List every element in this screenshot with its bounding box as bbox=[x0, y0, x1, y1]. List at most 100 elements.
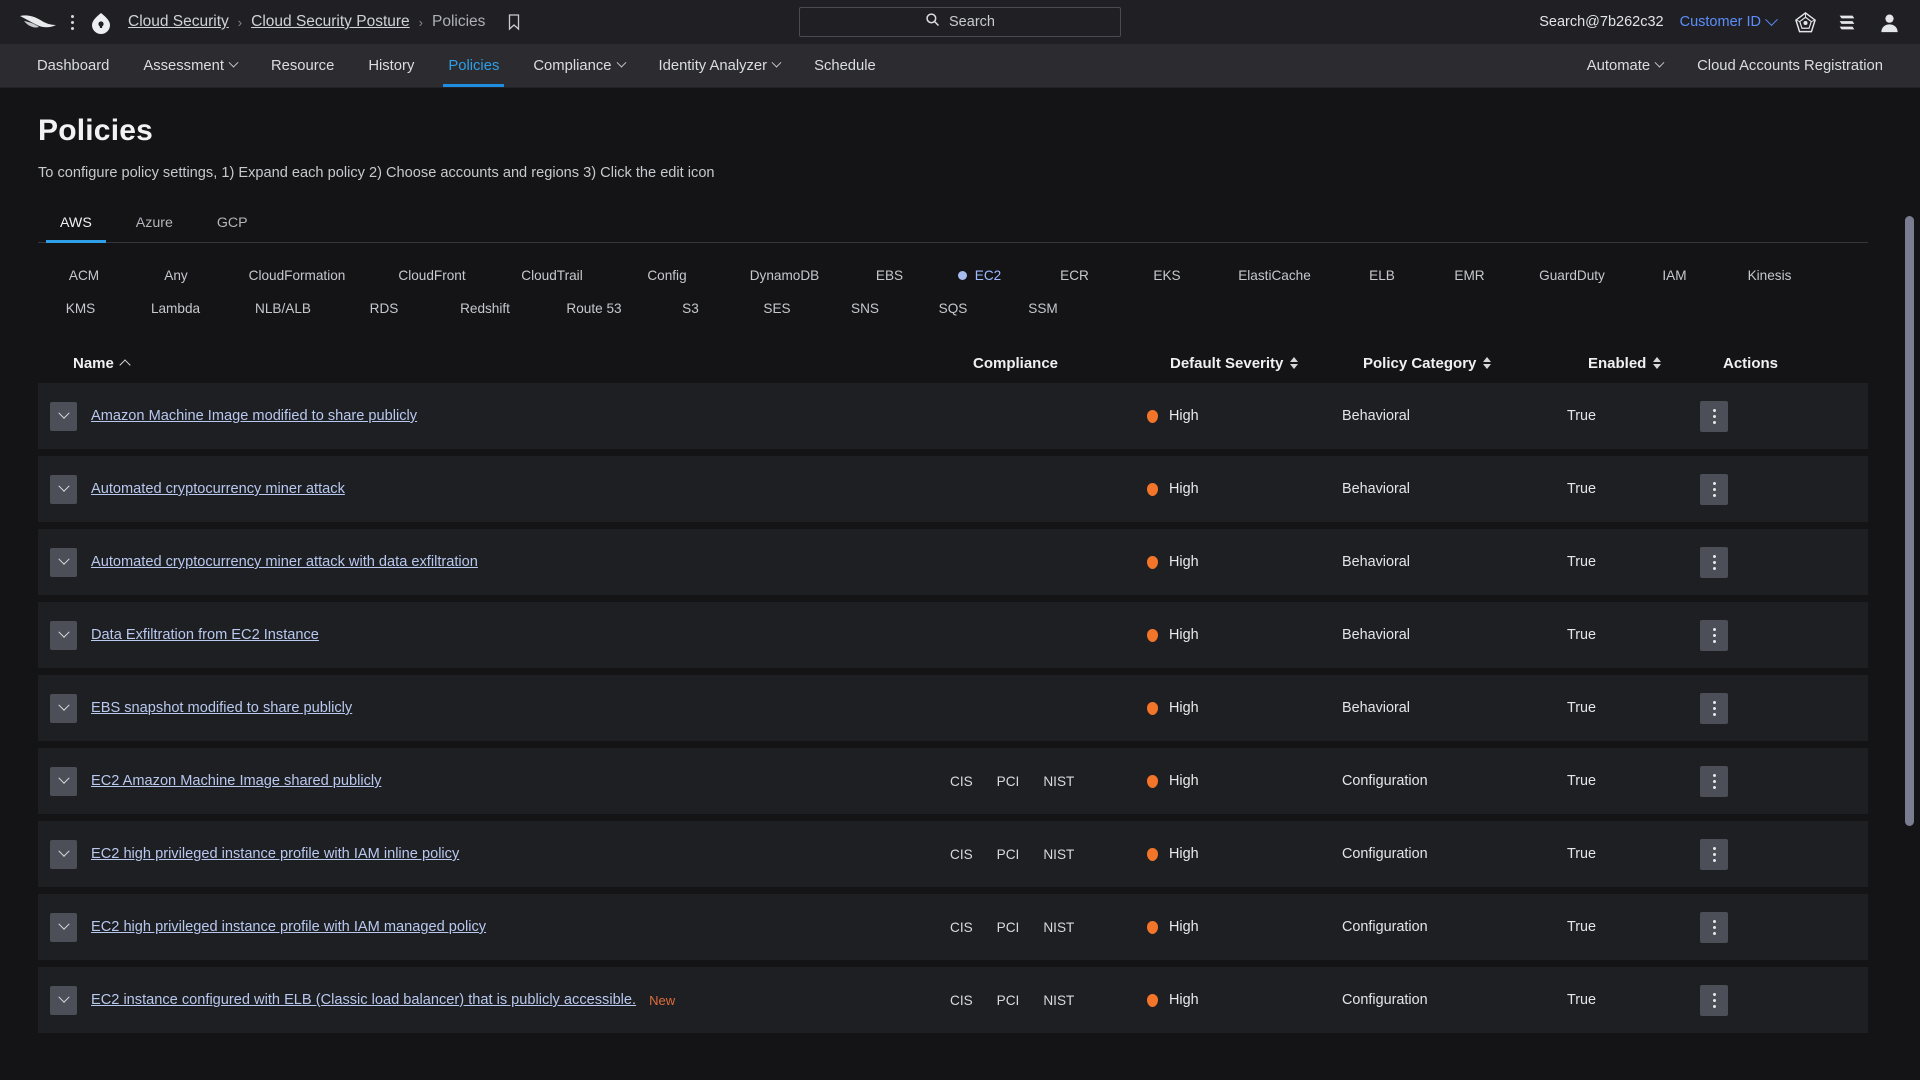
policy-name-link[interactable]: EC2 high privileged instance profile wit… bbox=[91, 919, 486, 935]
enabled-cell: True bbox=[1567, 846, 1597, 862]
service-chip-kms[interactable]: KMS bbox=[38, 292, 123, 325]
row-actions-menu-button[interactable] bbox=[1700, 692, 1728, 724]
actions-cell bbox=[1700, 400, 1820, 432]
falcon-logo-icon bbox=[18, 11, 58, 33]
service-chip-rds[interactable]: RDS bbox=[338, 292, 430, 325]
row-actions-menu-button[interactable] bbox=[1700, 400, 1728, 432]
service-chip-ecr[interactable]: ECR bbox=[1027, 259, 1122, 292]
service-chip-iam[interactable]: IAM bbox=[1632, 259, 1717, 292]
service-chip-eks[interactable]: EKS bbox=[1122, 259, 1212, 292]
customer-id-dropdown[interactable]: Customer ID bbox=[1680, 12, 1778, 30]
policy-name-link[interactable]: EC2 Amazon Machine Image shared publicly bbox=[91, 773, 381, 789]
cloud-tab-aws[interactable]: AWS bbox=[38, 207, 114, 243]
bookmark-icon[interactable] bbox=[506, 13, 522, 31]
row-actions-menu-button[interactable] bbox=[1700, 473, 1728, 505]
sort-toggle-icon bbox=[1653, 356, 1663, 370]
service-chip-kinesis[interactable]: Kinesis bbox=[1717, 259, 1822, 292]
service-chip-elasticache[interactable]: ElastiCache bbox=[1212, 259, 1337, 292]
table-row: Automated cryptocurrency miner attack Hig… bbox=[38, 456, 1868, 522]
service-chip-cloudtrail[interactable]: CloudTrail bbox=[492, 259, 612, 292]
service-chip-ec2[interactable]: EC2 bbox=[932, 259, 1027, 292]
row-expand-toggle[interactable] bbox=[50, 912, 77, 942]
app-menu-icon[interactable] bbox=[62, 10, 82, 34]
row-expand-toggle[interactable] bbox=[50, 766, 77, 796]
service-chip-nlb-alb[interactable]: NLB/ALB bbox=[228, 292, 338, 325]
pentagon-radar-icon[interactable] bbox=[1792, 9, 1818, 35]
cloud-tab-gcp[interactable]: GCP bbox=[195, 207, 270, 242]
main-nav-bar: Dashboard Assessment Resource History Polici… bbox=[0, 44, 1920, 88]
policy-name-link[interactable]: Automated cryptocurrency miner attack bbox=[91, 481, 345, 497]
service-chip-cloudformation[interactable]: CloudFormation bbox=[222, 259, 372, 292]
row-actions-menu-button[interactable] bbox=[1700, 911, 1728, 943]
search-placeholder: Search bbox=[949, 14, 995, 30]
nav-item-automate[interactable]: Automate bbox=[1570, 44, 1680, 87]
service-chip-sns[interactable]: SNS bbox=[821, 292, 909, 325]
policy-name-link[interactable]: Amazon Machine Image modified to share p… bbox=[91, 408, 417, 424]
row-actions-menu-button[interactable] bbox=[1700, 765, 1728, 797]
nav-item-dashboard[interactable]: Dashboard bbox=[20, 44, 126, 87]
stacked-layers-icon[interactable] bbox=[1834, 9, 1860, 35]
service-chip-cloudfront[interactable]: CloudFront bbox=[372, 259, 492, 292]
service-chip-any[interactable]: Any bbox=[130, 259, 222, 292]
service-chip-config[interactable]: Config bbox=[612, 259, 722, 292]
compliance-badge-pci: PCI bbox=[996, 992, 1020, 1008]
nav-item-compliance[interactable]: Compliance bbox=[516, 44, 641, 87]
row-expand-toggle[interactable] bbox=[50, 547, 77, 577]
scrollbar-thumb[interactable] bbox=[1905, 216, 1914, 826]
policy-name-link[interactable]: EBS snapshot modified to share publicly bbox=[91, 700, 352, 716]
service-chip-elb[interactable]: ELB bbox=[1337, 259, 1427, 292]
row-actions-menu-button[interactable] bbox=[1700, 546, 1728, 578]
nav-item-history[interactable]: History bbox=[351, 44, 431, 87]
service-chip-s3[interactable]: S3 bbox=[648, 292, 733, 325]
row-expand-toggle[interactable] bbox=[50, 620, 77, 650]
service-chip-sqs[interactable]: SQS bbox=[909, 292, 997, 325]
user-avatar-icon[interactable] bbox=[1876, 9, 1902, 35]
nav-item-identity-analyzer[interactable]: Identity Analyzer bbox=[642, 44, 798, 87]
row-actions-menu-button[interactable] bbox=[1700, 984, 1728, 1016]
service-chip-dynamodb[interactable]: DynamoDB bbox=[722, 259, 847, 292]
policy-name-link[interactable]: EC2 high privileged instance profile wit… bbox=[91, 846, 459, 862]
policy-name-link[interactable]: Data Exfiltration from EC2 Instance bbox=[91, 627, 319, 643]
cloud-tab-label: Azure bbox=[135, 215, 173, 231]
policy-name-link[interactable]: EC2 instance configured with ELB (Classi… bbox=[91, 992, 636, 1008]
actions-cell bbox=[1700, 473, 1820, 505]
row-expand-toggle[interactable] bbox=[50, 985, 77, 1015]
severity-label: High bbox=[1169, 846, 1199, 862]
service-chip-ses[interactable]: SES bbox=[733, 292, 821, 325]
service-chip-ebs[interactable]: EBS bbox=[847, 259, 932, 292]
column-header-default-severity[interactable]: Default Severity bbox=[1158, 355, 1363, 372]
nav-item-assessment[interactable]: Assessment bbox=[126, 44, 254, 87]
row-expand-toggle[interactable] bbox=[50, 693, 77, 723]
row-actions-menu-button[interactable] bbox=[1700, 838, 1728, 870]
service-chip-label: SES bbox=[763, 301, 791, 316]
row-expand-toggle[interactable] bbox=[50, 839, 77, 869]
nav-item-resource[interactable]: Resource bbox=[254, 44, 351, 87]
row-actions-menu-button[interactable] bbox=[1700, 619, 1728, 651]
row-expand-toggle[interactable] bbox=[50, 474, 77, 504]
nav-item-cloud-accounts-registration[interactable]: Cloud Accounts Registration bbox=[1680, 44, 1900, 87]
breadcrumb-item-cloud-security[interactable]: Cloud Security bbox=[128, 13, 229, 31]
column-header-enabled[interactable]: Enabled bbox=[1588, 355, 1723, 372]
row-expand-toggle[interactable] bbox=[50, 401, 77, 431]
policy-name-link[interactable]: Automated cryptocurrency miner attack wi… bbox=[91, 554, 478, 570]
service-chip-acm[interactable]: ACM bbox=[38, 259, 130, 292]
nav-item-schedule[interactable]: Schedule bbox=[797, 44, 893, 87]
service-chip-guardduty[interactable]: GuardDuty bbox=[1512, 259, 1632, 292]
nav-item-policies[interactable]: Policies bbox=[431, 44, 516, 87]
selected-dot-icon bbox=[957, 271, 967, 280]
column-header-compliance[interactable]: Compliance bbox=[973, 355, 1158, 372]
column-header-actions-label: Actions bbox=[1723, 354, 1779, 372]
service-chip-lambda[interactable]: Lambda bbox=[123, 292, 228, 325]
nav-item-label: Assessment bbox=[143, 57, 224, 74]
column-header-policy-category[interactable]: Policy Category bbox=[1363, 355, 1588, 372]
service-chip-route-53[interactable]: Route 53 bbox=[540, 292, 648, 325]
column-header-actions: Actions bbox=[1723, 355, 1843, 372]
service-chip-redshift[interactable]: Redshift bbox=[430, 292, 540, 325]
vertical-scrollbar[interactable] bbox=[1905, 88, 1914, 1080]
global-search-box[interactable]: Search bbox=[799, 7, 1121, 37]
cloud-tab-azure[interactable]: Azure bbox=[114, 207, 195, 242]
service-chip-emr[interactable]: EMR bbox=[1427, 259, 1512, 292]
column-header-name[interactable]: Name bbox=[73, 355, 973, 372]
breadcrumb-item-cloud-security-posture[interactable]: Cloud Security Posture bbox=[251, 13, 410, 31]
service-chip-ssm[interactable]: SSM bbox=[997, 292, 1089, 325]
